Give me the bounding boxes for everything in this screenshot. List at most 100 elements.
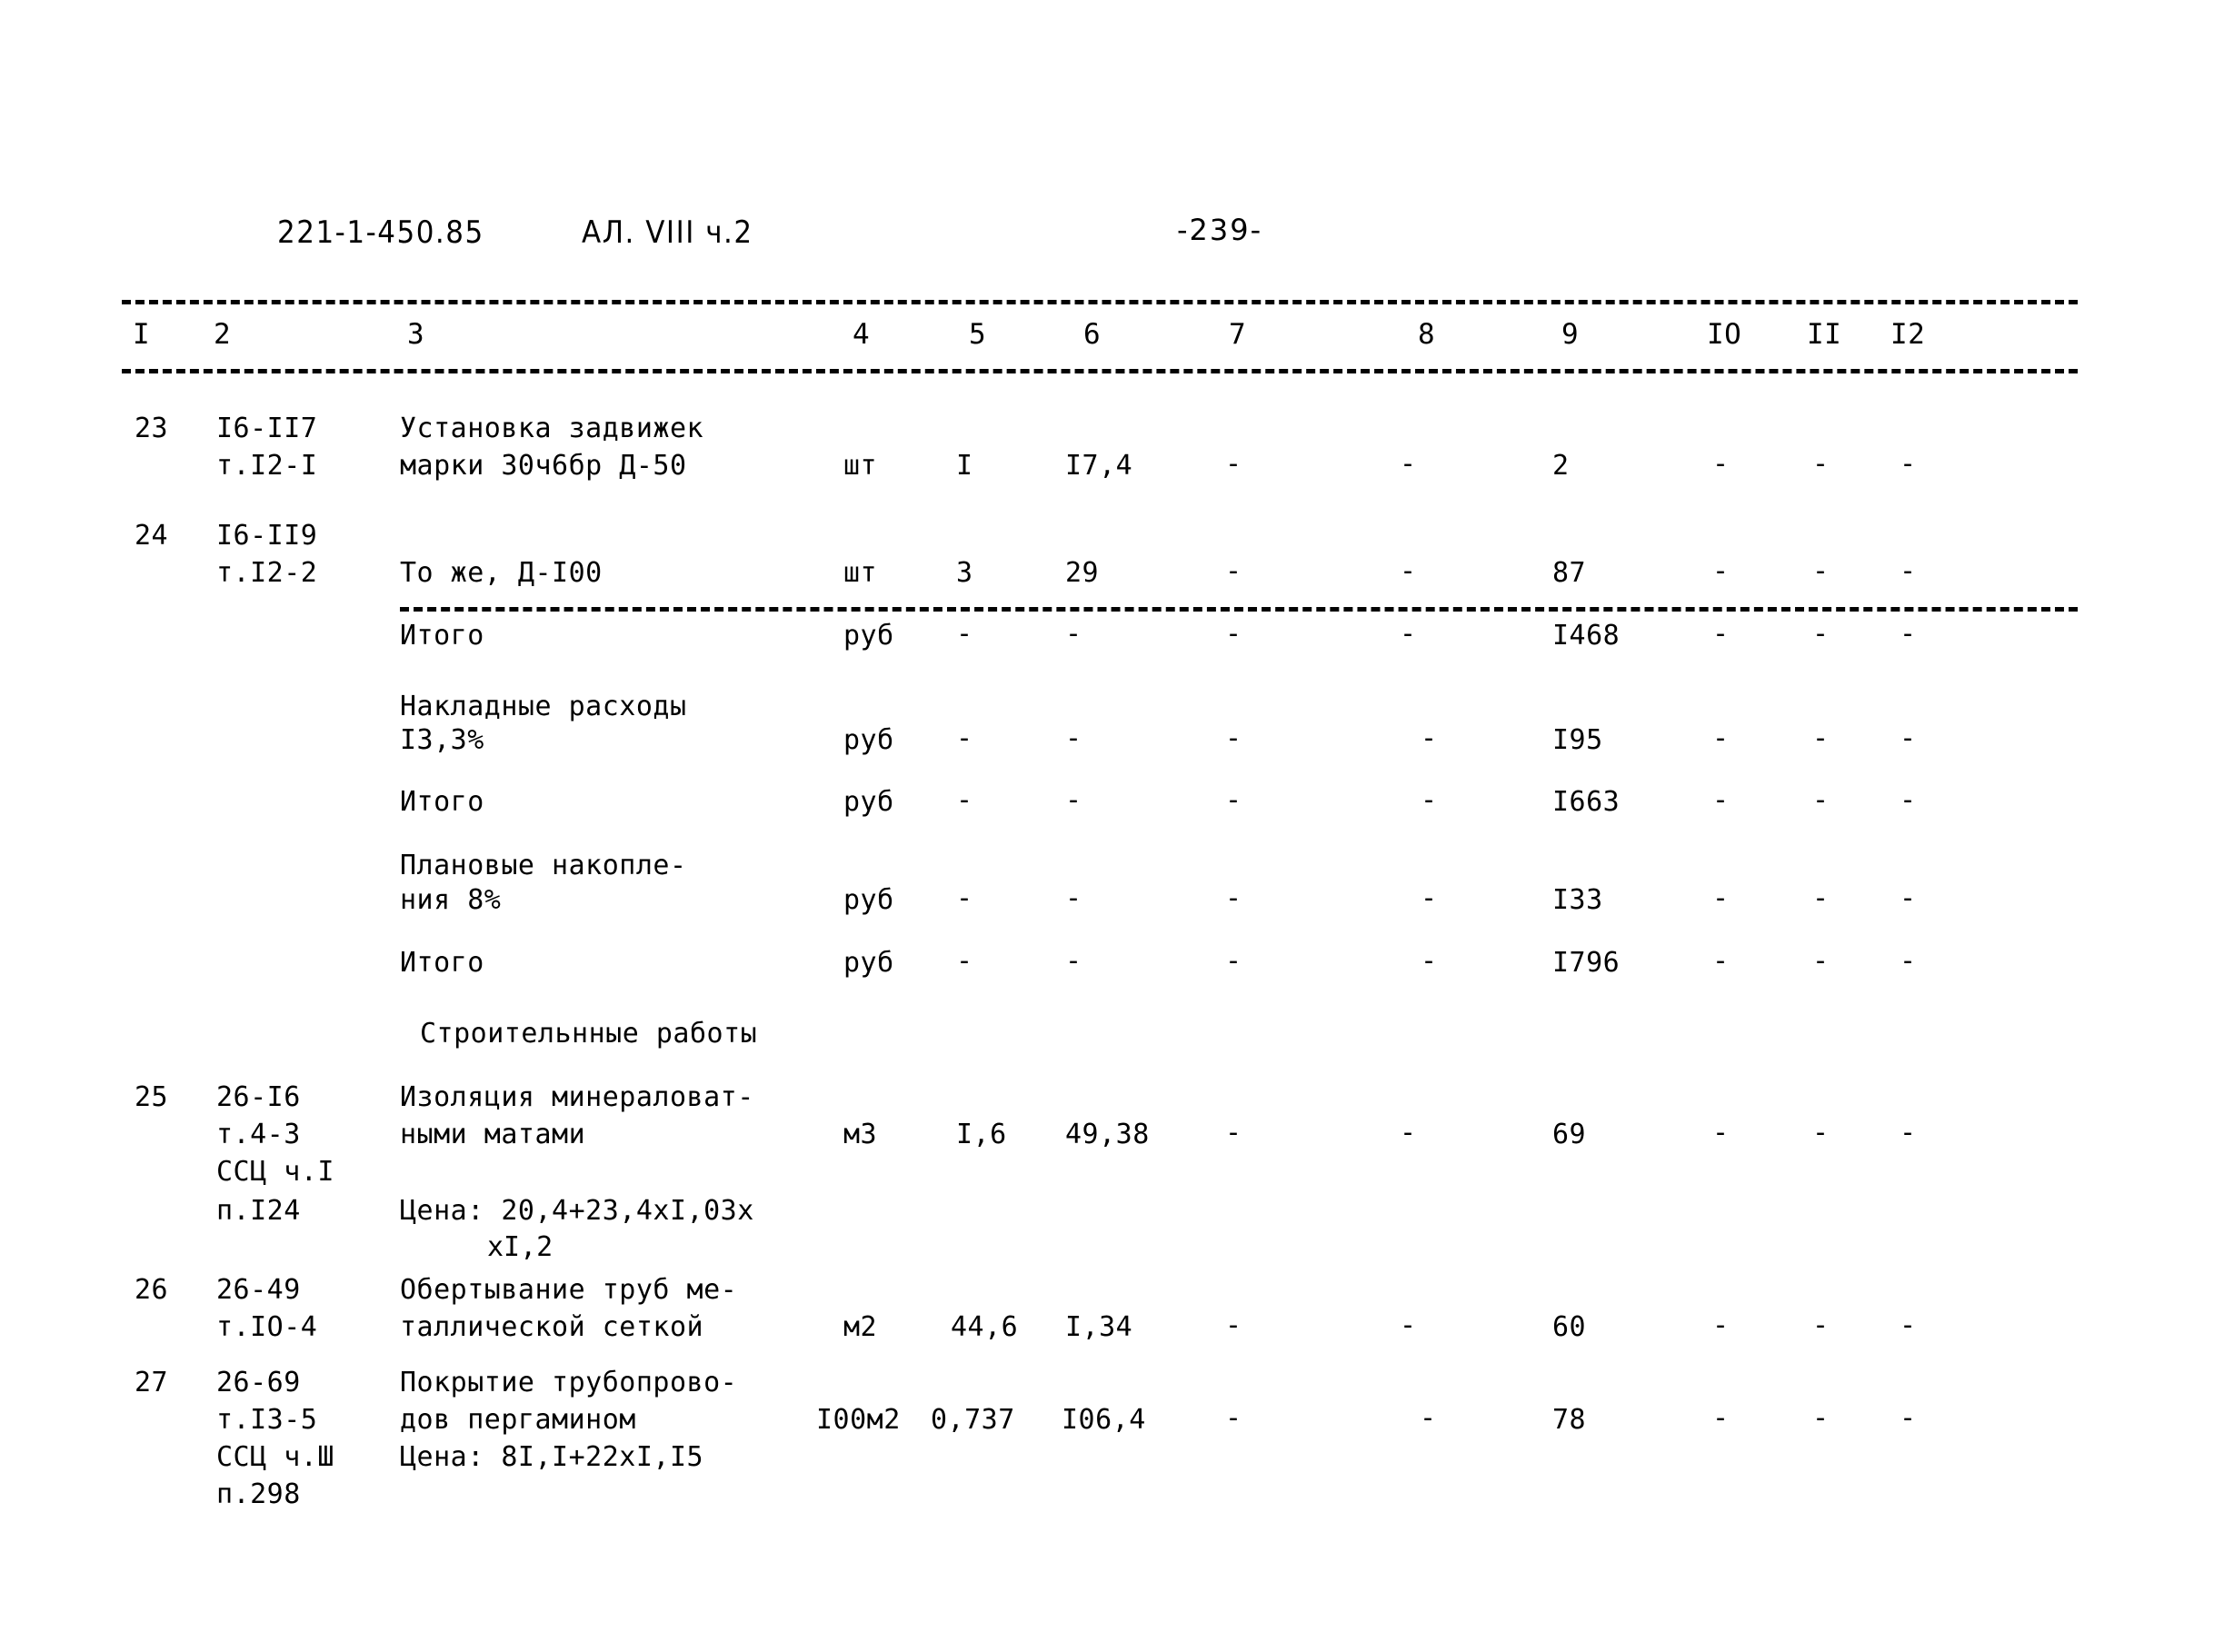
- row-number: 24: [135, 520, 169, 552]
- row-value-12: -: [1900, 555, 1917, 587]
- row-description-line-2: марки 30ч6бр Д-50: [400, 450, 687, 482]
- document-code: 221-1-450.85: [277, 214, 484, 251]
- summary-unit: руб: [843, 884, 894, 916]
- summary-value-7: -: [1225, 882, 1242, 914]
- row-value-8: -: [1400, 448, 1417, 480]
- document-header: 221-1-450.85 АЛ. VIII ч.2 -239-: [0, 213, 2224, 271]
- row-value-11: -: [1812, 555, 1830, 587]
- column-number-10: IO: [1707, 318, 1742, 351]
- row-unit: шт: [843, 557, 878, 589]
- row-value-9: 2: [1552, 450, 1570, 482]
- column-number-12: I2: [1890, 318, 1926, 351]
- row-value-12: -: [1900, 1402, 1917, 1434]
- summary-value-8: -: [1421, 722, 1438, 754]
- summary-value-6: -: [1065, 882, 1082, 914]
- row-code-line-3: ССЦ ч.I: [216, 1156, 334, 1188]
- column-number-5: 5: [969, 318, 987, 351]
- row-value-10: -: [1712, 1402, 1730, 1434]
- row-value-10: -: [1712, 448, 1730, 480]
- column-number-1: I: [133, 318, 151, 351]
- row-code-line-2: т.IO-4: [216, 1311, 318, 1343]
- table-header-rule: [122, 369, 2078, 373]
- row-value-10: -: [1712, 555, 1730, 587]
- row-value-7: -: [1225, 1309, 1242, 1341]
- summary-value-5: -: [956, 618, 973, 650]
- column-number-3: 3: [407, 318, 425, 351]
- page-number: -239-: [1177, 213, 1263, 247]
- row-code-line-1: I6-II9: [216, 520, 318, 552]
- summary-value-10: -: [1712, 945, 1730, 977]
- summary-value-10: -: [1712, 722, 1730, 754]
- summary-value-6: -: [1065, 618, 1082, 650]
- row-price-note-line-2: xI,2: [487, 1231, 554, 1263]
- album-reference: АЛ. VIII ч.2: [582, 214, 753, 251]
- summary-value-9: I33: [1552, 884, 1603, 916]
- summary-value-6: -: [1065, 945, 1082, 977]
- row-value-6: 49,38: [1065, 1119, 1150, 1150]
- row-value-11: -: [1812, 1309, 1830, 1341]
- summary-value-9: I796: [1552, 947, 1621, 979]
- summary-value-10: -: [1712, 618, 1730, 650]
- column-number-6: 6: [1083, 318, 1102, 351]
- section-caption: Строительнные работы: [420, 1018, 758, 1050]
- row-description-line-1: Покрытие трубопрово-: [400, 1367, 738, 1398]
- row-description-line-1: Изоляция минераловат-: [400, 1081, 754, 1113]
- row-unit: м3: [843, 1119, 878, 1150]
- row-description-line-1: Установка задвижек: [400, 413, 704, 444]
- row-unit: м2: [843, 1311, 878, 1343]
- table-top-rule: [122, 300, 2078, 304]
- column-number-7: 7: [1229, 318, 1247, 351]
- row-code-line-1: I6-II7: [216, 413, 318, 444]
- row-unit: шт: [843, 450, 878, 482]
- row-number: 26: [135, 1274, 169, 1306]
- summary-label-line-1: Накладные расходы: [400, 691, 687, 722]
- row-value-7: -: [1225, 1402, 1242, 1434]
- summary-value-9: I95: [1552, 724, 1603, 756]
- row-code-line-2: т.4-3: [216, 1119, 301, 1150]
- row-value-10: -: [1712, 1309, 1730, 1341]
- row-value-6: I7,4: [1065, 450, 1133, 482]
- summary-unit: руб: [843, 947, 894, 979]
- summary-value-12: -: [1900, 882, 1917, 914]
- row-value-6: I06,4: [1062, 1404, 1146, 1436]
- document-page: 221-1-450.85 АЛ. VIII ч.2 -239- I 2 3 4 …: [0, 0, 2224, 1652]
- summary-value-11: -: [1812, 945, 1830, 977]
- row-code-line-4: п.I24: [216, 1195, 301, 1227]
- summary-value-5: -: [956, 722, 973, 754]
- row-value-5: 0,737: [931, 1404, 1015, 1436]
- summary-value-7: -: [1225, 784, 1242, 816]
- summary-value-9: I663: [1552, 786, 1621, 818]
- summary-value-11: -: [1812, 618, 1830, 650]
- row-value-7: -: [1225, 555, 1242, 587]
- summary-label: Итого: [400, 947, 484, 979]
- summary-value-12: -: [1900, 722, 1917, 754]
- row-value-5: I: [956, 450, 973, 482]
- summary-value-5: -: [956, 945, 973, 977]
- row-value-12: -: [1900, 1117, 1917, 1149]
- row-value-8: -: [1400, 555, 1417, 587]
- row-code-line-4: п.298: [216, 1478, 301, 1510]
- summary-unit: руб: [843, 786, 894, 818]
- subtotal-separator-rule: [400, 607, 2078, 612]
- row-description-line-2: ными матами: [400, 1119, 586, 1150]
- summary-value-12: -: [1900, 618, 1917, 650]
- summary-value-7: -: [1225, 945, 1242, 977]
- row-value-8: -: [1400, 1117, 1417, 1149]
- summary-value-7: -: [1225, 722, 1242, 754]
- row-price-note-line-1: Цена: 8I,I+22xI,I5: [400, 1441, 704, 1473]
- row-value-7: -: [1225, 448, 1242, 480]
- summary-value-11: -: [1812, 784, 1830, 816]
- row-price-note-line-1: Цена: 20,4+23,4xI,03x: [400, 1195, 754, 1227]
- summary-value-10: -: [1712, 882, 1730, 914]
- row-value-11: -: [1812, 448, 1830, 480]
- row-value-6: I,34: [1065, 1311, 1133, 1343]
- row-value-11: -: [1812, 1117, 1830, 1149]
- row-value-8: -: [1420, 1402, 1437, 1434]
- row-value-8: -: [1400, 1309, 1417, 1341]
- summary-value-6: -: [1065, 784, 1082, 816]
- column-number-8: 8: [1418, 318, 1436, 351]
- summary-unit: руб: [843, 620, 894, 652]
- row-value-9: 60: [1552, 1311, 1587, 1343]
- row-description-line-1: Обертывание труб ме-: [400, 1274, 738, 1306]
- summary-value-5: -: [956, 882, 973, 914]
